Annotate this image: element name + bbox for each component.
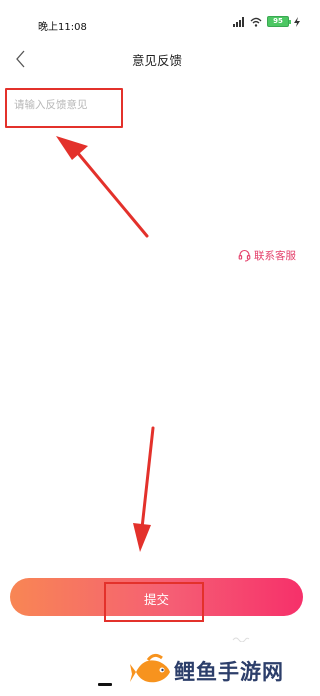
status-icons: 95	[233, 16, 300, 27]
watermark: 鲤鱼手游网	[128, 648, 314, 692]
charging-icon	[294, 16, 300, 27]
status-time: 晚上11:08	[38, 22, 87, 33]
headset-icon	[238, 249, 251, 262]
arrow-to-input	[56, 136, 149, 238]
contact-service-link[interactable]: 联系客服	[238, 248, 296, 263]
wave-decoration	[232, 637, 250, 642]
page-title: 意见反馈	[131, 53, 182, 68]
signal-icon	[233, 16, 244, 27]
fish-logo-icon	[130, 653, 170, 683]
wifi-icon	[250, 17, 262, 27]
nav-header: 意见反馈	[0, 40, 314, 80]
feedback-input[interactable]	[14, 94, 119, 116]
arrow-to-submit	[133, 426, 155, 552]
battery-icon: 95	[267, 16, 291, 27]
contact-service-label: 联系客服	[254, 250, 296, 262]
annotation-highlight-box	[104, 582, 204, 622]
watermark-text: 鲤鱼手游网	[174, 660, 284, 684]
status-bar: 晚上11:08 95	[0, 0, 314, 40]
home-indicator	[98, 683, 112, 686]
